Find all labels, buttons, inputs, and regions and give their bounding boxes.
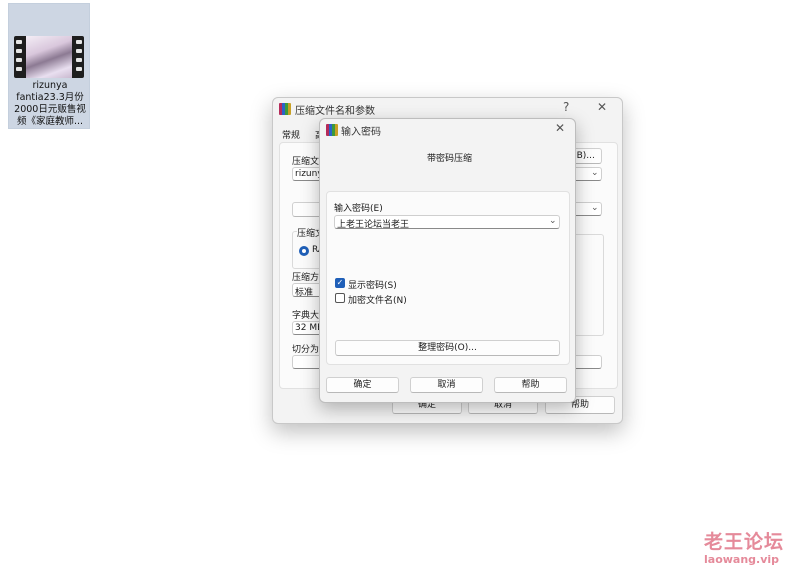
dialog-heading: 带密码压缩 [427,154,473,164]
video-thumbnail [14,36,84,78]
watermark-title: 老王论坛 [704,531,785,553]
help-icon[interactable]: ? [563,100,569,114]
show-password-checkbox[interactable]: ✓ [335,278,345,288]
film-sprocket [16,67,22,71]
film-sprocket [76,58,82,62]
caption-line: fantia23.3月份 [16,92,84,103]
winrar-icon [326,124,338,136]
film-sprocket [16,58,22,62]
organize-passwords-button[interactable]: 整理密码(O)... [335,340,560,356]
caption-line: 频《家庭教师... [16,116,84,127]
watermark-url: laowang.vip [704,553,780,566]
chevron-down-icon: ⌄ [591,203,599,213]
password-combo[interactable]: 上老王论坛当老王 ⌄ [334,215,560,230]
method-label: 压缩方 [292,273,320,283]
dialog-title: 压缩文件名和参数 [295,106,375,117]
dictionary-label: 字典大 [292,311,320,321]
film-sprocket [76,49,82,53]
film-sprocket [76,40,82,44]
split-label: 切分为 [292,345,320,355]
cancel-button[interactable]: 取消 [410,377,483,393]
method-value: 标准 [295,288,314,298]
password-value: 上老王论坛当老王 [337,220,410,230]
password-label: 输入密码(E) [334,204,383,214]
film-sprocket [16,49,22,53]
radio-dot [302,249,306,253]
winrar-icon [279,103,291,115]
desktop-file-icon[interactable]: rizunya fantia23.3月份 2000日元贩售视 频《家庭教师... [8,3,90,129]
film-sprocket [76,67,82,71]
chevron-down-icon: ⌄ [591,168,599,178]
password-dialog: 输入密码 ✕ 带密码压缩 输入密码(E) 上老王论坛当老王 ⌄ ✓ 显示密码(S… [319,118,576,403]
dialog-title: 输入密码 [341,127,381,138]
archive-name-label: 压缩文 [292,157,320,167]
rar-radio[interactable] [299,246,309,256]
desktop-file-caption: rizunya fantia23.3月份 2000日元贩售视 频《家庭教师... [9,80,91,128]
close-icon[interactable]: ✕ [597,100,607,114]
caption-line: rizunya [32,80,68,91]
encrypt-names-checkbox[interactable] [335,293,345,303]
help-button[interactable]: 帮助 [494,377,567,393]
tab-general[interactable]: 常规 [282,128,300,141]
show-password-label: 显示密码(S) [348,281,397,291]
chevron-down-icon: ⌄ [549,216,557,226]
ok-button[interactable]: 确定 [326,377,399,393]
caption-line: 2000日元贩售视 [14,104,86,115]
encrypt-names-label: 加密文件名(N) [348,296,407,306]
film-sprocket [16,40,22,44]
password-panel: 输入密码(E) 上老王论坛当老王 ⌄ ✓ 显示密码(S) 加密文件名(N) 整理… [326,191,570,365]
close-icon[interactable]: ✕ [555,121,565,135]
video-thumbnail-image [26,36,72,78]
